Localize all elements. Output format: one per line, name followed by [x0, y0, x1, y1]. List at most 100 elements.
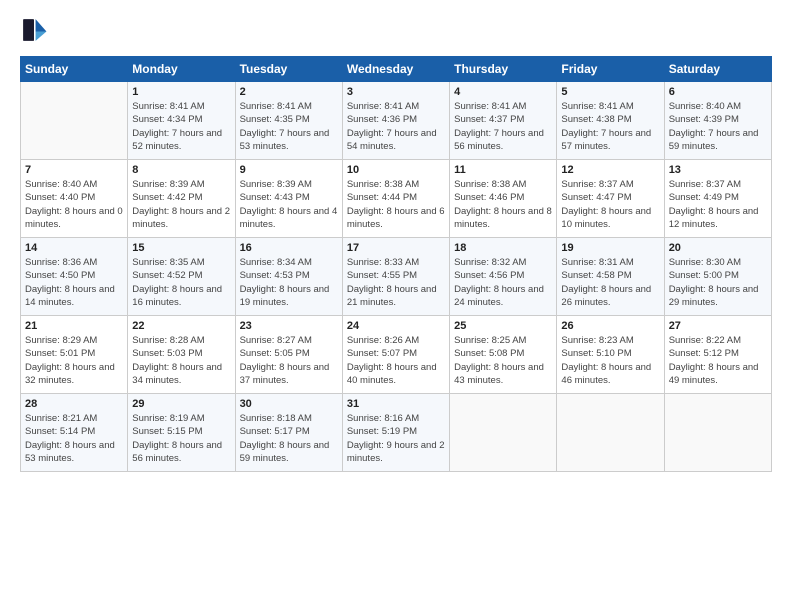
day-number: 1 [132, 86, 230, 98]
calendar-cell: 22 Sunrise: 8:28 AMSunset: 5:03 PMDayligh… [128, 316, 235, 394]
day-number: 9 [240, 164, 338, 176]
calendar-cell: 1Sunrise: 8:41 AMSunset: 4:34 PMDaylight… [128, 82, 235, 160]
day-number: 14 [25, 242, 123, 254]
day-number: 28 [25, 398, 123, 410]
day-info: Sunrise: 8:27 AMSunset: 5:05 PMDaylight:… [240, 334, 338, 387]
header-day-wednesday: Wednesday [342, 57, 449, 82]
day-number: 13 [669, 164, 767, 176]
calendar-cell: 31 Sunrise: 8:16 AMSunset: 5:19 PMDayligh… [342, 394, 449, 472]
day-number: 12 [561, 164, 659, 176]
calendar-cell: 4 Sunrise: 8:41 AMSunset: 4:37 PMDaylight… [450, 82, 557, 160]
day-number: 18 [454, 242, 552, 254]
page-container: SundayMondayTuesdayWednesdayThursdayFrid… [0, 0, 792, 482]
logo [20, 16, 52, 44]
day-number: 29 [132, 398, 230, 410]
day-info: Sunrise: 8:39 AMSunset: 4:43 PMDaylight:… [240, 178, 338, 231]
day-info: Sunrise: 8:16 AMSunset: 5:19 PMDaylight:… [347, 412, 445, 465]
day-info: Sunrise: 8:31 AMSunset: 4:58 PMDaylight:… [561, 256, 659, 309]
header [20, 16, 772, 44]
calendar-cell: 27 Sunrise: 8:22 AMSunset: 5:12 PMDayligh… [664, 316, 771, 394]
day-number: 23 [240, 320, 338, 332]
calendar-cell: 25 Sunrise: 8:25 AMSunset: 5:08 PMDayligh… [450, 316, 557, 394]
calendar-cell: 7 Sunrise: 8:40 AMSunset: 4:40 PMDaylight… [21, 160, 128, 238]
day-number: 31 [347, 398, 445, 410]
day-number: 3 [347, 86, 445, 98]
calendar-cell: 23 Sunrise: 8:27 AMSunset: 5:05 PMDayligh… [235, 316, 342, 394]
day-info: Sunrise: 8:22 AMSunset: 5:12 PMDaylight:… [669, 334, 767, 387]
week-row-1: 7 Sunrise: 8:40 AMSunset: 4:40 PMDaylight… [21, 160, 772, 238]
calendar-cell [664, 394, 771, 472]
day-info: Sunrise: 8:28 AMSunset: 5:03 PMDaylight:… [132, 334, 230, 387]
calendar-cell: 5Sunrise: 8:41 AMSunset: 4:38 PMDaylight… [557, 82, 664, 160]
header-day-thursday: Thursday [450, 57, 557, 82]
header-day-saturday: Saturday [664, 57, 771, 82]
day-number: 26 [561, 320, 659, 332]
day-number: 21 [25, 320, 123, 332]
calendar-cell: 30 Sunrise: 8:18 AMSunset: 5:17 PMDayligh… [235, 394, 342, 472]
week-row-3: 21 Sunrise: 8:29 AMSunset: 5:01 PMDayligh… [21, 316, 772, 394]
day-info: Sunrise: 8:30 AMSunset: 5:00 PMDaylight:… [669, 256, 767, 309]
calendar-cell: 11 Sunrise: 8:38 AMSunset: 4:46 PMDayligh… [450, 160, 557, 238]
day-number: 16 [240, 242, 338, 254]
day-info: Sunrise: 8:29 AMSunset: 5:01 PMDaylight:… [25, 334, 123, 387]
day-info: Sunrise: 8:38 AMSunset: 4:44 PMDaylight:… [347, 178, 445, 231]
day-number: 4 [454, 86, 552, 98]
week-row-4: 28 Sunrise: 8:21 AMSunset: 5:14 PMDayligh… [21, 394, 772, 472]
calendar-cell: 13 Sunrise: 8:37 AMSunset: 4:49 PMDayligh… [664, 160, 771, 238]
calendar-cell: 16Sunrise: 8:34 AMSunset: 4:53 PMDayligh… [235, 238, 342, 316]
header-day-friday: Friday [557, 57, 664, 82]
calendar-cell: 18 Sunrise: 8:32 AMSunset: 4:56 PMDayligh… [450, 238, 557, 316]
day-number: 11 [454, 164, 552, 176]
header-day-monday: Monday [128, 57, 235, 82]
header-day-tuesday: Tuesday [235, 57, 342, 82]
day-number: 30 [240, 398, 338, 410]
day-info: Sunrise: 8:32 AMSunset: 4:56 PMDaylight:… [454, 256, 552, 309]
day-number: 7 [25, 164, 123, 176]
day-number: 15 [132, 242, 230, 254]
day-info: Sunrise: 8:35 AMSunset: 4:52 PMDaylight:… [132, 256, 230, 309]
day-info: Sunrise: 8:40 AMSunset: 4:40 PMDaylight:… [25, 178, 123, 231]
calendar-cell: 28 Sunrise: 8:21 AMSunset: 5:14 PMDayligh… [21, 394, 128, 472]
day-info: Sunrise: 8:33 AMSunset: 4:55 PMDaylight:… [347, 256, 445, 309]
day-number: 19 [561, 242, 659, 254]
week-row-0: 1Sunrise: 8:41 AMSunset: 4:34 PMDaylight… [21, 82, 772, 160]
calendar-cell: 21 Sunrise: 8:29 AMSunset: 5:01 PMDayligh… [21, 316, 128, 394]
day-number: 2 [240, 86, 338, 98]
day-number: 20 [669, 242, 767, 254]
day-info: Sunrise: 8:19 AMSunset: 5:15 PMDaylight:… [132, 412, 230, 465]
calendar-cell: 3Sunrise: 8:41 AMSunset: 4:36 PMDaylight… [342, 82, 449, 160]
day-number: 8 [132, 164, 230, 176]
calendar-cell: 15 Sunrise: 8:35 AMSunset: 4:52 PMDayligh… [128, 238, 235, 316]
day-number: 24 [347, 320, 445, 332]
calendar-cell: 19 Sunrise: 8:31 AMSunset: 4:58 PMDayligh… [557, 238, 664, 316]
calendar-cell: 20 Sunrise: 8:30 AMSunset: 5:00 PMDayligh… [664, 238, 771, 316]
header-row: SundayMondayTuesdayWednesdayThursdayFrid… [21, 57, 772, 82]
day-info: Sunrise: 8:41 AMSunset: 4:37 PMDaylight:… [454, 100, 552, 153]
calendar-cell: 12 Sunrise: 8:37 AMSunset: 4:47 PMDayligh… [557, 160, 664, 238]
calendar-cell: 17Sunrise: 8:33 AMSunset: 4:55 PMDayligh… [342, 238, 449, 316]
day-info: Sunrise: 8:37 AMSunset: 4:49 PMDaylight:… [669, 178, 767, 231]
calendar-cell: 24 Sunrise: 8:26 AMSunset: 5:07 PMDayligh… [342, 316, 449, 394]
day-info: Sunrise: 8:25 AMSunset: 5:08 PMDaylight:… [454, 334, 552, 387]
day-info: Sunrise: 8:39 AMSunset: 4:42 PMDaylight:… [132, 178, 230, 231]
day-number: 25 [454, 320, 552, 332]
day-info: Sunrise: 8:21 AMSunset: 5:14 PMDaylight:… [25, 412, 123, 465]
calendar-cell: 6Sunrise: 8:40 AMSunset: 4:39 PMDaylight… [664, 82, 771, 160]
calendar-cell [450, 394, 557, 472]
logo-icon [20, 16, 48, 44]
day-number: 27 [669, 320, 767, 332]
calendar-cell [21, 82, 128, 160]
calendar-cell: 9 Sunrise: 8:39 AMSunset: 4:43 PMDaylight… [235, 160, 342, 238]
calendar-cell: 29 Sunrise: 8:19 AMSunset: 5:15 PMDayligh… [128, 394, 235, 472]
day-info: Sunrise: 8:38 AMSunset: 4:46 PMDaylight:… [454, 178, 552, 231]
day-info: Sunrise: 8:23 AMSunset: 5:10 PMDaylight:… [561, 334, 659, 387]
calendar-cell: 26 Sunrise: 8:23 AMSunset: 5:10 PMDayligh… [557, 316, 664, 394]
day-info: Sunrise: 8:26 AMSunset: 5:07 PMDaylight:… [347, 334, 445, 387]
day-info: Sunrise: 8:18 AMSunset: 5:17 PMDaylight:… [240, 412, 338, 465]
calendar-cell: 2Sunrise: 8:41 AMSunset: 4:35 PMDaylight… [235, 82, 342, 160]
calendar-cell [557, 394, 664, 472]
day-info: Sunrise: 8:37 AMSunset: 4:47 PMDaylight:… [561, 178, 659, 231]
day-number: 5 [561, 86, 659, 98]
day-number: 22 [132, 320, 230, 332]
day-info: Sunrise: 8:40 AMSunset: 4:39 PMDaylight:… [669, 100, 767, 153]
